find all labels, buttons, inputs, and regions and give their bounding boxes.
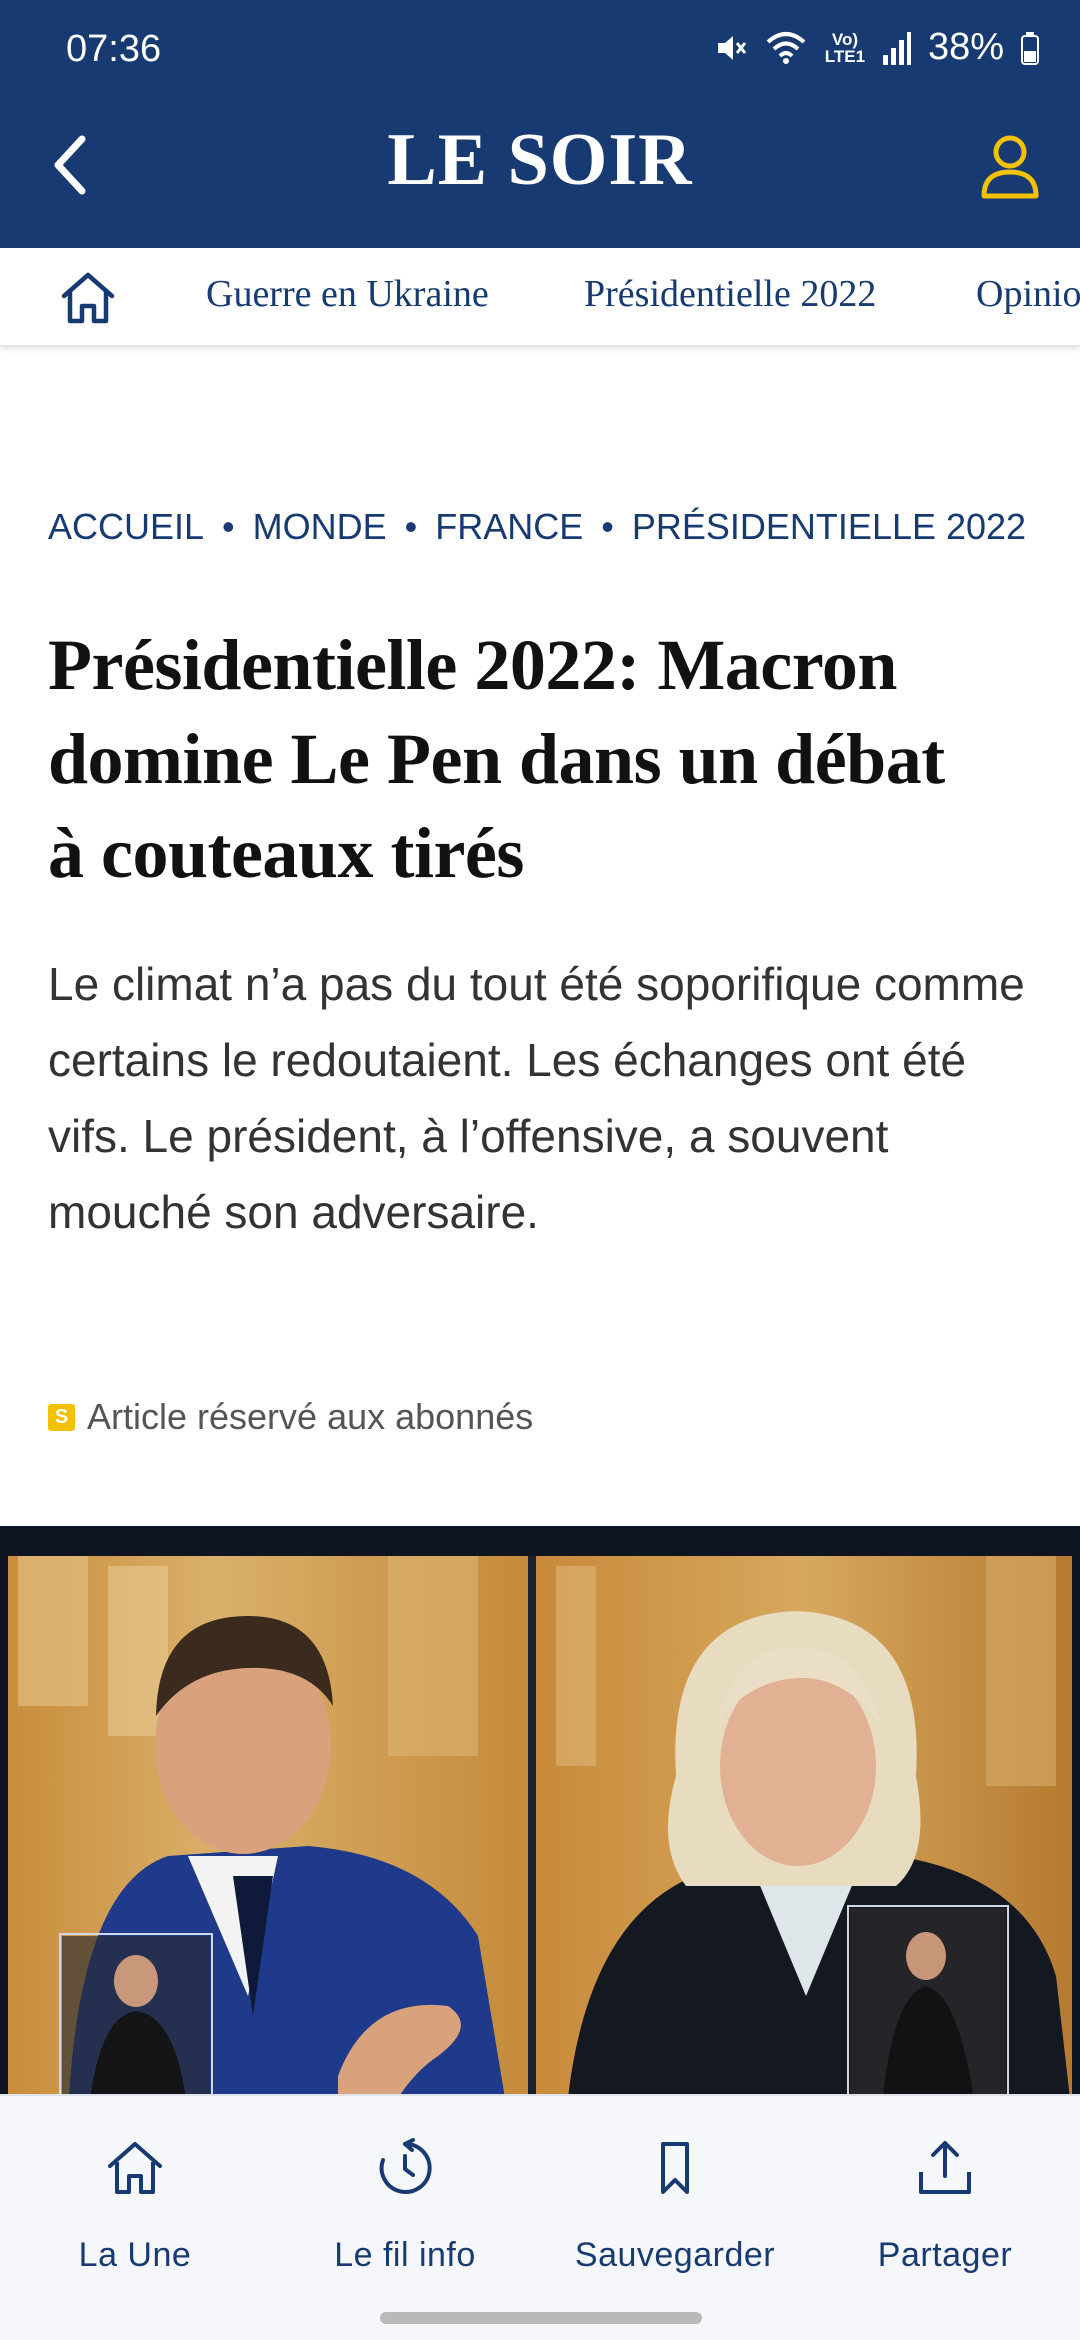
breadcrumb-separator: • [404,506,418,547]
brand-logo: LE SOIR [387,119,693,201]
headline-line: à couteaux tirés [48,813,524,893]
headline-line: domine Le Pen dans un débat [48,719,945,799]
breadcrumb-separator: • [222,506,235,547]
bottom-nav-sauvegarder[interactable]: Sauvegarder [540,2096,810,2296]
bottom-nav-label: Sauvegarder [574,2236,776,2274]
history-icon [379,2138,432,2194]
share-icon [919,2141,971,2194]
bottom-nav-label: Partager [877,2236,1013,2274]
breadcrumb-item-france[interactable]: FRANCE [435,506,583,547]
category-home-button[interactable] [58,270,118,326]
home-indicator[interactable] [380,2312,702,2324]
photo-panel-left [8,1556,528,2096]
status-bar: 07:36 Vo) LTE1 38% [0,0,1080,100]
signal-icon [882,31,911,65]
breadcrumb-item-monde[interactable]: MONDE [253,506,387,547]
headline-line: Présidentielle 2022: Macron [48,625,897,705]
account-button[interactable] [970,122,1050,212]
photo-panel-right [536,1556,1072,2096]
photo-divider [528,1556,536,2096]
article-headline: Présidentielle 2022: Macron domine Le Pe… [48,618,1048,900]
chevron-left-icon [54,135,86,195]
status-icons: Vo) LTE1 38% [714,26,1040,69]
category-tab-presidentielle[interactable]: Présidentielle 2022 [584,272,876,316]
user-icon [981,135,1039,199]
home-icon [108,2142,162,2194]
bottom-nav-label: Le fil info [334,2236,476,2274]
bottom-nav-la-une[interactable]: La Une [0,2096,270,2296]
subscriber-label: Article réservé aux abonnés [87,1396,534,1437]
breadcrumb-item-accueil[interactable]: ACCUEIL [48,506,204,547]
wifi-icon [766,31,806,64]
breadcrumb-separator: • [601,506,614,547]
category-tab-opinions[interactable]: Opinio [976,272,1080,316]
bottom-nav-label: La Une [78,2236,192,2274]
mute-icon [717,35,747,60]
category-nav: Guerre en Ukraine Présidentielle 2022 Op… [0,248,1080,346]
bottom-nav-partager[interactable]: Partager [810,2096,1080,2296]
bottom-nav-fil-info[interactable]: Le fil info [270,2096,540,2296]
article-photo[interactable] [0,1526,1080,2096]
battery-icon [1021,31,1039,65]
app-header: 07:36 Vo) LTE1 38% LE SOIR [0,0,1080,248]
subscriber-badge-icon: S [48,1403,75,1431]
status-time: 07:36 [66,28,162,70]
category-tab-ukraine[interactable]: Guerre en Ukraine [206,272,489,316]
breadcrumb-item-presidentielle[interactable]: PRÉSIDENTIELLE 2022 [632,506,1026,547]
battery-percent: 38% [927,26,1004,68]
lte-icon: Vo) LTE1 [824,29,866,66]
article-lead: Le climat n’a pas du tout été soporifiqu… [48,958,1025,1238]
back-button[interactable] [28,120,112,210]
breadcrumb: ACCUEIL • MONDE • FRANCE • PRÉSIDENTIELLE 2022 [48,506,1026,548]
bottom-nav: La Une Le fil info Sauvegarder Partager [0,2094,1080,2340]
home-icon [61,272,115,324]
subscriber-notice: S Article réservé aux abonnés [48,1396,533,1438]
bookmark-icon [661,2142,689,2194]
